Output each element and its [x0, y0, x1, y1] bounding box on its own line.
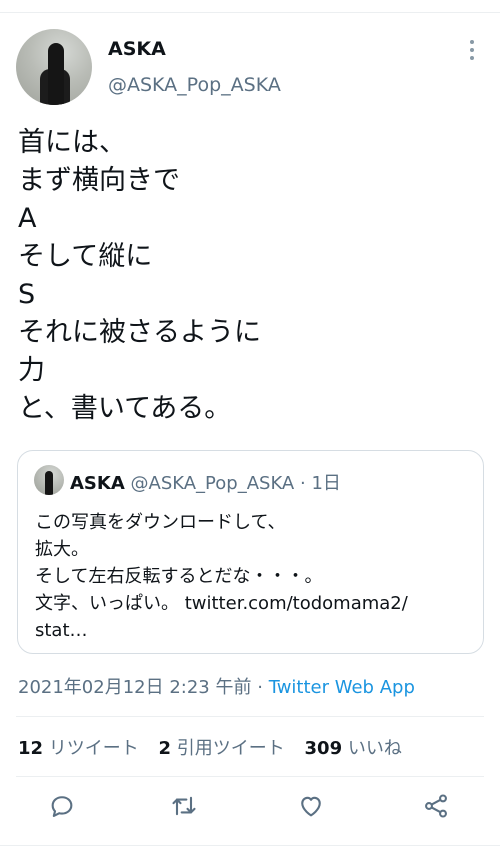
quoted-tweet-text: この写真をダウンロードして、 拡大。 そして左右反転するとだな・・・。 文字、い…: [35, 512, 408, 641]
more-vertical-icon[interactable]: [465, 40, 479, 64]
tweet-text: 首には、 まず横向きで A そして縦に S それに被さるように 力 と、書いてあ…: [18, 127, 261, 424]
author-avatar[interactable]: [16, 29, 92, 105]
author-name[interactable]: ASKA: [108, 38, 166, 60]
quotes-stat[interactable]: 2 引用ツイート: [159, 738, 299, 759]
top-divider: [0, 12, 500, 13]
tweet-stats: 12 リツイート 2 引用ツイート 309 いいね: [18, 734, 416, 760]
divider: [16, 776, 484, 777]
retweets-stat[interactable]: 12 リツイート: [18, 738, 153, 759]
quoted-author-avatar: [34, 465, 64, 495]
likes-stat[interactable]: 309 いいね: [305, 738, 416, 759]
quoted-avatar-figure: [45, 471, 53, 495]
likes-label: いいね: [347, 738, 402, 759]
tweet-meta: 2021年02月12日 2:23 午前 · Twitter Web App: [18, 673, 415, 699]
quoted-author-name: ASKA: [70, 473, 125, 494]
action-bar: [0, 792, 500, 828]
meta-separator: ·: [257, 677, 263, 698]
bottom-divider: [0, 845, 500, 846]
quoted-tweet[interactable]: ASKA @ASKA_Pop_ASKA · 1日 この写真をダウンロードして、 …: [17, 450, 484, 654]
retweets-count: 12: [18, 738, 44, 759]
quoted-author-handle: @ASKA_Pop_ASKA: [130, 473, 295, 494]
retweets-label: リツイート: [48, 738, 139, 759]
reply-icon[interactable]: [48, 792, 80, 824]
quoted-tweet-header: ASKA @ASKA_Pop_ASKA · 1日: [70, 469, 341, 495]
quoted-time: 1日: [311, 473, 341, 494]
heart-icon[interactable]: [297, 792, 329, 824]
tweet-source[interactable]: Twitter Web App: [269, 677, 415, 698]
likes-count: 309: [304, 738, 343, 759]
retweet-icon[interactable]: [170, 792, 202, 824]
divider: [16, 716, 484, 717]
quotes-label: 引用ツイート: [176, 738, 285, 759]
share-icon[interactable]: [422, 792, 454, 824]
quoted-separator: ·: [299, 473, 306, 494]
tweet-timestamp[interactable]: 2021年02月12日 2:23 午前: [18, 677, 251, 698]
quotes-count: 2: [158, 738, 172, 759]
avatar-figure-head: [48, 43, 64, 105]
author-handle[interactable]: @ASKA_Pop_ASKA: [108, 74, 281, 96]
